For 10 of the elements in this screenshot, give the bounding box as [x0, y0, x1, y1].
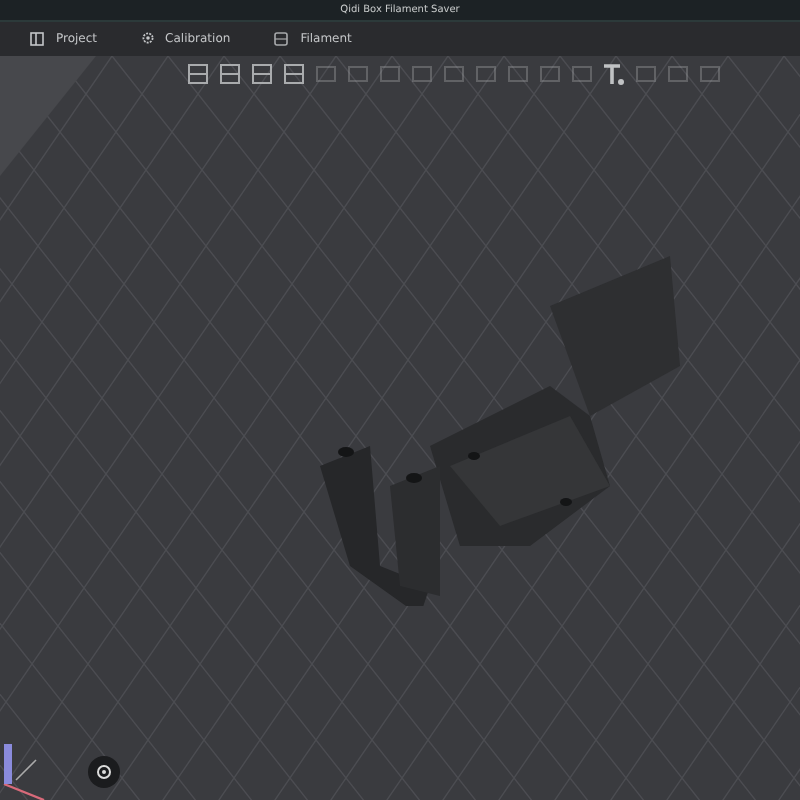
panel-icon	[30, 31, 44, 45]
text-tool-icon[interactable]	[602, 62, 626, 86]
camera-button[interactable]	[88, 756, 120, 788]
toolbar-icon[interactable]	[186, 62, 210, 86]
view-icon	[94, 762, 114, 782]
toolbar-icon[interactable]	[218, 62, 242, 86]
spool-icon	[274, 31, 289, 45]
gear-icon	[141, 32, 154, 44]
toolbar-icon[interactable]	[282, 62, 306, 86]
toolbar-icon[interactable]	[250, 62, 274, 86]
